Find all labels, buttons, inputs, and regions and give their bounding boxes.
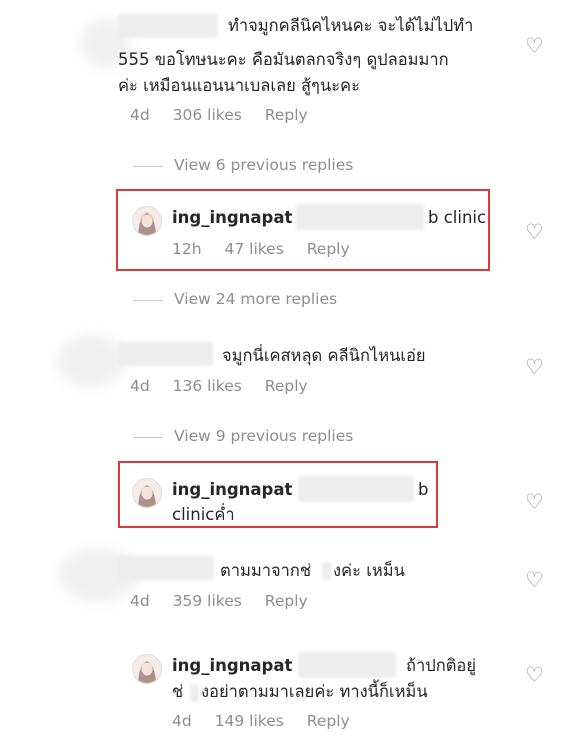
likes-count[interactable]: 149 likes [215, 712, 284, 730]
redacted-character [190, 684, 199, 702]
view-replies-line [133, 300, 163, 301]
avatar-image [133, 655, 161, 683]
comment-text-end: งค่ะ เหม็น [333, 561, 405, 580]
comment-meta: 4d 306 likes Reply [130, 106, 326, 124]
comment-text-line-2-start: ช่ [172, 682, 184, 701]
view-more-replies-link[interactable]: View 24 more replies [174, 290, 337, 308]
reply-link[interactable]: Reply [307, 240, 350, 258]
avatar[interactable] [132, 478, 162, 508]
highlight-box [116, 189, 490, 271]
comment-text: b clinic [428, 208, 487, 227]
username[interactable]: ing_ingnapat [172, 206, 292, 229]
timestamp: 12h [172, 240, 202, 258]
comment-meta: 12h 47 likes Reply [172, 240, 368, 258]
redacted-text [296, 204, 424, 230]
comment-text-line-1: ทำจมูกคลีนิคไหนคะ จะได้ไม่ไปทำ [228, 16, 474, 35]
username[interactable]: ing_ingnapat [172, 478, 292, 501]
view-previous-replies-link[interactable]: View 6 previous replies [174, 156, 353, 174]
redacted-username [118, 342, 213, 366]
comment-text-line-2: clinicค่ำ [172, 505, 235, 524]
avatar[interactable] [132, 654, 162, 684]
avatar[interactable] [132, 206, 162, 236]
redacted-text [298, 652, 396, 678]
likes-count[interactable]: 136 likes [173, 377, 242, 395]
timestamp: 4d [172, 712, 192, 730]
view-replies-line [133, 166, 163, 167]
heart-outline-icon[interactable]: ♡ [525, 222, 544, 243]
likes-count[interactable]: 47 likes [224, 240, 283, 258]
comment-text-end: b [418, 480, 429, 499]
heart-outline-icon[interactable]: ♡ [525, 36, 544, 57]
comment-text-line-2: 555 ขอโทษนะคะ คือมันตลกจริงๆ ดูปลอมมาก [118, 50, 449, 69]
likes-count[interactable]: 359 likes [173, 592, 242, 610]
likes-count[interactable]: 306 likes [173, 106, 242, 124]
heart-outline-icon[interactable]: ♡ [525, 492, 544, 513]
reply-link[interactable]: Reply [265, 592, 308, 610]
timestamp: 4d [130, 592, 150, 610]
view-previous-replies-link[interactable]: View 9 previous replies [174, 427, 353, 445]
heart-outline-icon[interactable]: ♡ [525, 357, 544, 378]
comment-meta: 4d 149 likes Reply [172, 712, 368, 730]
timestamp: 4d [130, 377, 150, 395]
reply-link[interactable]: Reply [265, 106, 308, 124]
timestamp: 4d [130, 106, 150, 124]
comment-text-line-3: ค่ะ เหมือนแอนนาเบลเลย สู้ๆนะคะ [118, 76, 360, 95]
redacted-character [322, 562, 331, 580]
reply-link[interactable]: Reply [265, 377, 308, 395]
comment-text-start: ตามมาจากช่ [220, 561, 312, 580]
heart-outline-icon[interactable]: ♡ [525, 665, 544, 686]
view-replies-line [133, 437, 163, 438]
avatar-image [133, 207, 161, 235]
avatar-image [133, 479, 161, 507]
avatar[interactable] [56, 335, 126, 387]
comment-text-end: ถ้าปกติอยู่ [406, 656, 477, 675]
redacted-username [118, 556, 214, 580]
heart-outline-icon[interactable]: ♡ [525, 570, 544, 591]
redacted-username [118, 14, 218, 38]
comment-text: จมูกนี่เคสหลุด คลีนิกไหนเอ่ย [222, 346, 426, 365]
username[interactable]: ing_ingnapat [172, 654, 292, 677]
redacted-text [298, 476, 414, 502]
comment-meta: 4d 359 likes Reply [130, 592, 326, 610]
reply-link[interactable]: Reply [307, 712, 350, 730]
comment-text-line-2-end: งอย่าตามมาเลยค่ะ ทางนี้ก็เหม็น [201, 682, 428, 701]
comment-meta: 4d 136 likes Reply [130, 377, 326, 395]
